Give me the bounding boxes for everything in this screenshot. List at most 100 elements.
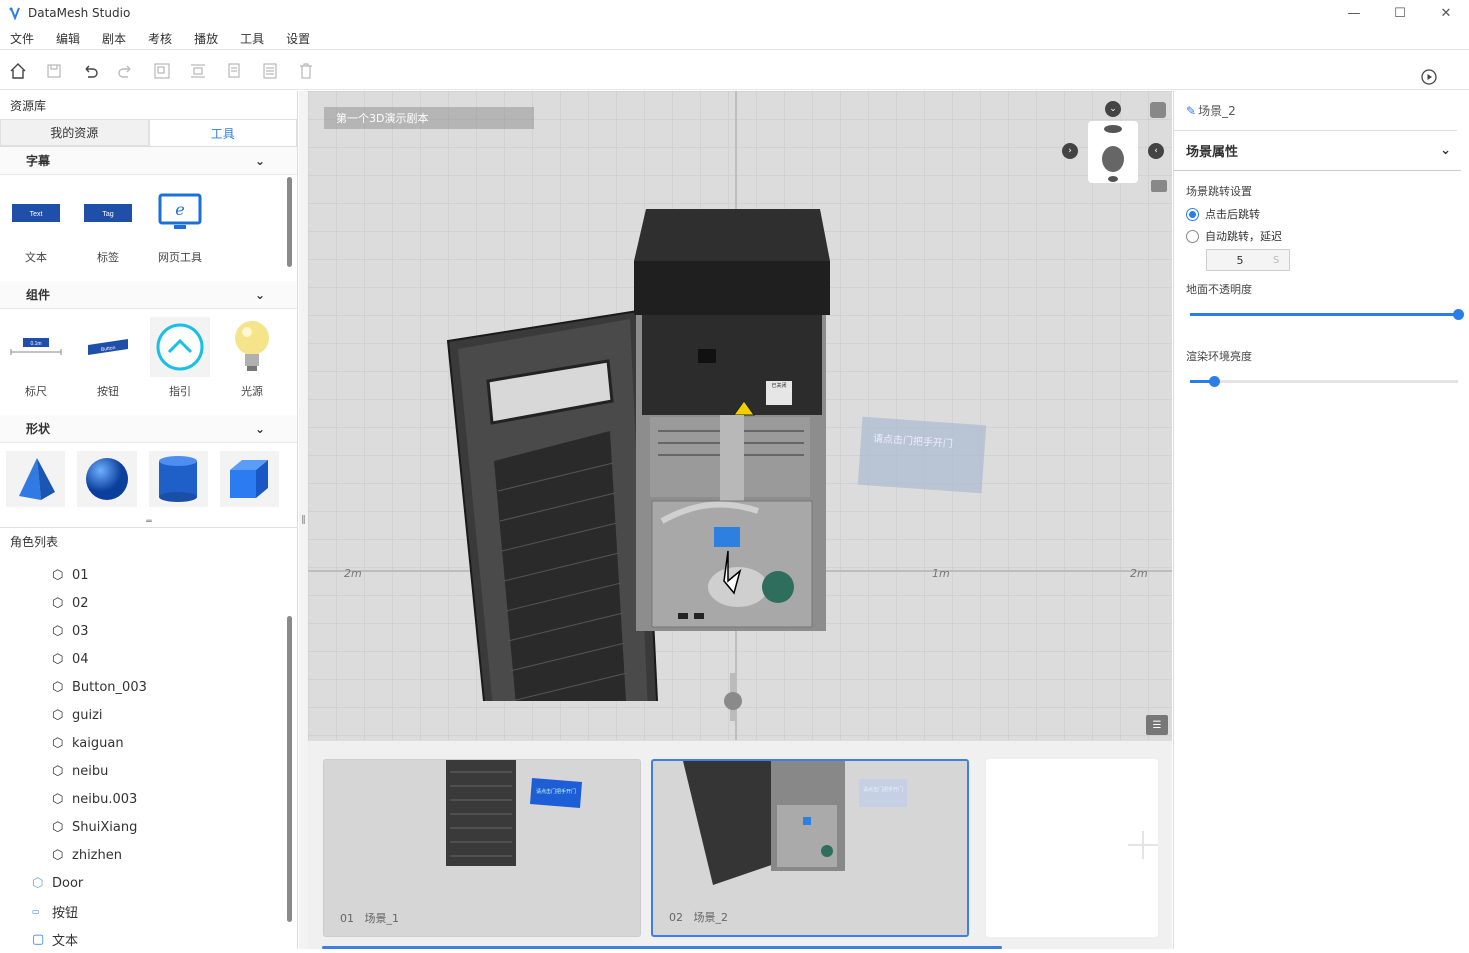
- role-item[interactable]: ⬡ 03: [0, 617, 298, 645]
- scene-thumb-1[interactable]: 请点击门把手开门 01 场景_1: [323, 759, 641, 937]
- tool-light[interactable]: 光源: [222, 317, 282, 415]
- delay-input[interactable]: 5S: [1206, 249, 1290, 271]
- minimize-button[interactable]: —: [1331, 0, 1377, 26]
- scene-thumb-2[interactable]: 请点击门把手开门 02 场景_2: [651, 759, 969, 937]
- group-shape[interactable]: 形状 ⌄: [0, 415, 297, 443]
- rotate-left-icon[interactable]: ›: [1062, 143, 1078, 159]
- text-label-icon: Text: [12, 204, 60, 222]
- cube-outline-icon: ⬡: [52, 791, 64, 807]
- shape-cube[interactable]: [219, 451, 279, 507]
- preview-play-button[interactable]: [1411, 62, 1447, 92]
- resource-scrollbar[interactable]: [287, 177, 292, 267]
- head-orientation-icon: [1102, 125, 1124, 182]
- tool-ruler-label: 标尺: [25, 385, 47, 398]
- role-item[interactable]: ⬡ 04: [0, 645, 298, 673]
- panel-splitter[interactable]: ═: [0, 517, 298, 527]
- tag-glyph: Tag: [102, 211, 113, 218]
- menu-tools[interactable]: 工具: [240, 30, 264, 47]
- rotate-right-icon[interactable]: ‹: [1148, 143, 1164, 159]
- tool-text[interactable]: Text 文本: [6, 183, 66, 281]
- role-item[interactable]: ⬡ kaiguan: [0, 729, 298, 757]
- role-item[interactable]: ⬡ neibu.003: [0, 785, 298, 813]
- radio-label: 点击后跳转: [1205, 208, 1260, 221]
- list-button[interactable]: [252, 56, 288, 86]
- menu-play[interactable]: 播放: [194, 30, 218, 47]
- group-icon: [154, 63, 170, 78]
- home-button[interactable]: [0, 56, 36, 86]
- group-subtitle[interactable]: 字幕 ⌄: [0, 147, 297, 175]
- scene-viewport[interactable]: 第一个3D演示剧本 2m 1m 2m 已关闭 请点击门把手开门 ⌄ › ‹ ☰: [308, 91, 1172, 740]
- role-item[interactable]: ⬡ Button_003: [0, 673, 298, 701]
- maximize-button[interactable]: ☐: [1377, 0, 1423, 26]
- add-scene-button[interactable]: [986, 759, 1158, 937]
- cabinet-model[interactable]: 已关闭: [438, 201, 848, 701]
- shape-sphere[interactable]: [77, 451, 137, 507]
- radio-label: 自动跳转，延迟: [1205, 230, 1282, 243]
- ruler-glyph: 0.1m: [30, 341, 41, 347]
- radio-auto-jump[interactable]: 自动跳转，延迟: [1174, 225, 1469, 247]
- view-navigator[interactable]: [1088, 121, 1138, 183]
- tool-ruler[interactable]: 0.1m 标尺: [6, 317, 66, 415]
- role-item[interactable]: ⬡ ShuiXiang: [0, 813, 298, 841]
- slider-knob[interactable]: [1453, 309, 1464, 320]
- role-label: 02: [72, 595, 89, 611]
- shape-pyramid[interactable]: [6, 451, 66, 507]
- role-item-door[interactable]: ⬡ Door: [0, 869, 298, 897]
- align-button[interactable]: [180, 56, 216, 86]
- ground-opacity-slider[interactable]: [1190, 309, 1464, 320]
- role-label: zhizhen: [72, 847, 122, 863]
- copy-button[interactable]: [216, 56, 252, 86]
- ruler-icon: 0.1m: [10, 338, 62, 355]
- tab-my-resources[interactable]: 我的资源: [0, 119, 149, 146]
- edit-pencil-icon[interactable]: ✎: [1186, 104, 1196, 118]
- role-item[interactable]: ⬡ 01: [0, 561, 298, 589]
- redo-button[interactable]: [108, 56, 144, 86]
- focus-camera-icon[interactable]: [1150, 102, 1166, 118]
- menu-exam[interactable]: 考核: [148, 30, 172, 47]
- role-item[interactable]: ⬡ guizi: [0, 701, 298, 729]
- tool-tag[interactable]: Tag 标签: [78, 183, 138, 281]
- collapse-view-icon[interactable]: ⌄: [1105, 101, 1121, 117]
- tool-guide[interactable]: 指引: [150, 317, 210, 415]
- slider-knob[interactable]: [1209, 376, 1221, 387]
- cube-outline-icon: ⬡: [52, 819, 64, 835]
- scene-name[interactable]: 场景_2: [1198, 102, 1236, 119]
- keyboard-icon[interactable]: [1151, 180, 1167, 192]
- role-item-button[interactable]: ▭ 按钮: [0, 897, 298, 925]
- undo-icon: [85, 65, 98, 78]
- cube-outline-icon: ⬡: [52, 623, 64, 639]
- undo-button[interactable]: [72, 56, 108, 86]
- vertical-splitter[interactable]: ‖: [299, 91, 308, 949]
- menu-settings[interactable]: 设置: [286, 30, 310, 47]
- tab-tools[interactable]: 工具: [148, 119, 297, 146]
- role-item[interactable]: ⬡ zhizhen: [0, 841, 298, 869]
- env-brightness-slider[interactable]: [1190, 376, 1458, 387]
- role-scrollbar[interactable]: [287, 616, 292, 922]
- shape-cylinder[interactable]: [148, 451, 208, 507]
- cube-outline-icon: ⬡: [52, 847, 64, 863]
- app-logo-icon: [9, 7, 20, 20]
- scene-list-icon[interactable]: ☰: [1146, 715, 1168, 735]
- menu-edit[interactable]: 编辑: [56, 30, 80, 47]
- tool-webpage[interactable]: e 网页工具: [150, 183, 210, 281]
- role-item[interactable]: ⬡ 02: [0, 589, 298, 617]
- group-button[interactable]: [144, 56, 180, 86]
- close-button[interactable]: ✕: [1423, 0, 1469, 26]
- menu-file[interactable]: 文件: [10, 30, 34, 47]
- role-label: 文本: [52, 933, 79, 949]
- widget-items: 0.1m 标尺 Button 按钮 指引 光源: [0, 309, 297, 415]
- role-item[interactable]: ⬡ neibu: [0, 757, 298, 785]
- save-button[interactable]: [36, 56, 72, 86]
- resource-header: 资源库: [10, 98, 47, 113]
- scene-properties-section[interactable]: 场景属性 ⌄: [1174, 131, 1461, 171]
- move-gizmo-icon[interactable]: [722, 673, 744, 721]
- tool-button[interactable]: Button 按钮: [78, 317, 138, 415]
- script-title-badge: 第一个3D演示剧本: [324, 107, 534, 129]
- menu-script[interactable]: 剧本: [102, 30, 126, 47]
- group-widget[interactable]: 组件 ⌄: [0, 281, 297, 309]
- radio-click-jump[interactable]: 点击后跳转: [1174, 203, 1469, 225]
- delete-button[interactable]: [288, 56, 324, 86]
- drag-handle-icon: ═: [146, 517, 152, 527]
- tool-button-label: 按钮: [97, 385, 119, 398]
- instruction-panel[interactable]: 请点击门把手开门: [857, 416, 987, 494]
